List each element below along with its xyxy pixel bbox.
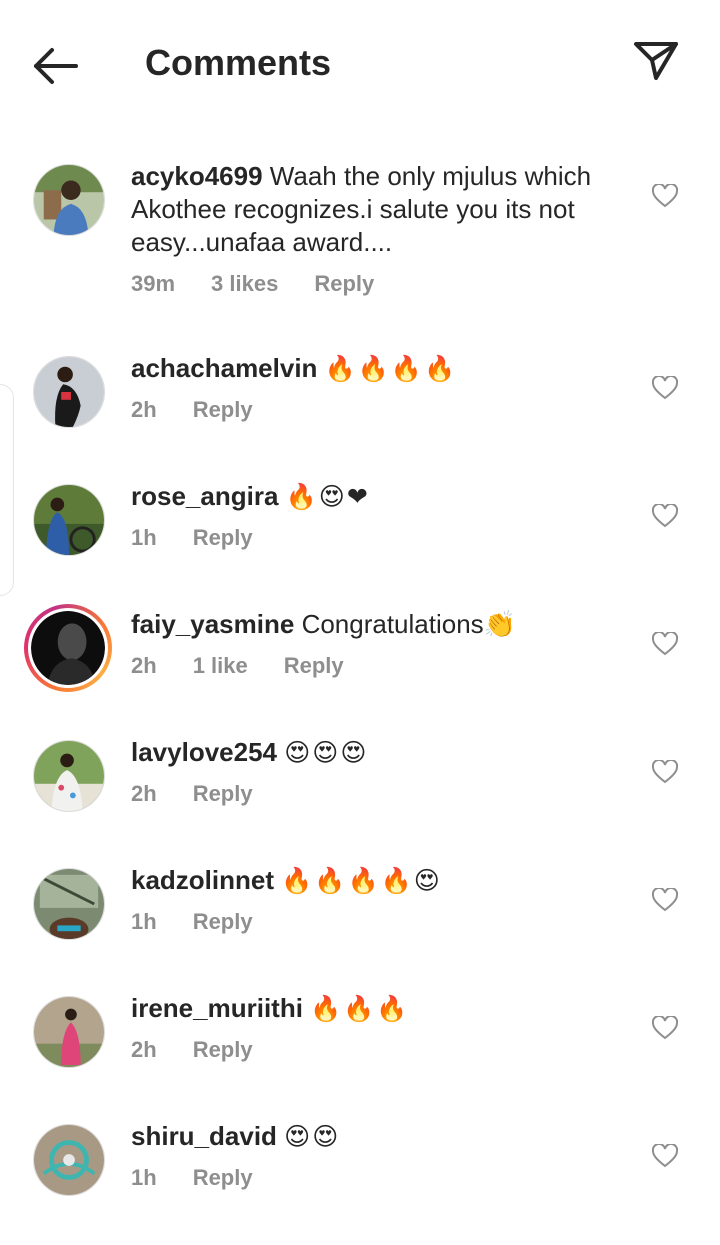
comment-likes[interactable]: 1 like	[193, 651, 248, 681]
comment-time: 2h	[131, 397, 157, 422]
reply-button[interactable]: Reply	[314, 269, 374, 299]
comment-username[interactable]: acyko4699	[131, 161, 263, 191]
comment-likes[interactable]: 3 likes	[211, 269, 278, 299]
comment-body: 🔥🔥🔥🔥	[324, 354, 458, 383]
comment-body: Congratulations👏	[301, 609, 517, 639]
avatar[interactable]	[33, 356, 105, 428]
reply-button[interactable]: Reply	[193, 907, 253, 937]
comment-username[interactable]: irene_muriithi	[131, 993, 303, 1023]
avatar[interactable]	[33, 740, 105, 812]
comment-text: shiru_david 😍😍	[131, 1120, 631, 1153]
heart-icon[interactable]	[652, 632, 678, 656]
avatar-with-story-ring[interactable]	[24, 604, 112, 692]
comment-meta: 2h 1 like Reply	[131, 651, 631, 681]
comment-body: 🔥😍❤	[285, 482, 370, 511]
reply-button[interactable]: Reply	[193, 523, 253, 553]
header-bar: Comments	[0, 0, 720, 125]
comment-username[interactable]: kadzolinnet	[131, 865, 274, 895]
reply-button[interactable]: Reply	[193, 779, 253, 809]
comment-text: achachamelvin 🔥🔥🔥🔥	[131, 352, 631, 385]
comment-meta: 1h Reply	[131, 907, 631, 937]
comment-text: kadzolinnet 🔥🔥🔥🔥😍	[131, 864, 631, 897]
heart-icon[interactable]	[652, 888, 678, 912]
reply-button[interactable]: Reply	[193, 1163, 253, 1193]
comment-meta: 2h Reply	[131, 395, 631, 425]
comment-meta: 1h Reply	[131, 1163, 631, 1193]
avatar[interactable]	[33, 1124, 105, 1196]
avatar[interactable]	[33, 164, 105, 236]
reply-button[interactable]: Reply	[284, 651, 344, 681]
comment-text: faiy_yasmine Congratulations👏	[131, 608, 631, 641]
heart-icon[interactable]	[652, 760, 678, 784]
comment-text: irene_muriithi 🔥🔥🔥	[131, 992, 631, 1025]
avatar[interactable]	[33, 868, 105, 940]
heart-icon[interactable]	[652, 376, 678, 400]
comment-username[interactable]: shiru_david	[131, 1121, 277, 1151]
heart-icon[interactable]	[652, 1144, 678, 1168]
avatar[interactable]	[33, 484, 105, 556]
comment-time: 1h	[131, 525, 157, 550]
comment-time: 2h	[131, 653, 157, 678]
comment-text: acyko4699 Waah the only mjulus which Ako…	[131, 160, 631, 259]
comment-time: 39m	[131, 271, 176, 296]
comment-username[interactable]: lavylove254	[131, 737, 277, 767]
avatar[interactable]	[33, 996, 105, 1068]
comment-body: 🔥🔥🔥🔥😍	[281, 866, 442, 895]
comment-time: 1h	[131, 909, 157, 934]
comment-meta: 2h Reply	[131, 779, 631, 809]
paper-plane-icon[interactable]	[630, 38, 682, 84]
comment-body: 🔥🔥🔥	[310, 994, 410, 1023]
comment-text: rose_angira 🔥😍❤	[131, 480, 631, 513]
comment-username[interactable]: faiy_yasmine	[131, 609, 294, 639]
comment-time: 1h	[131, 1165, 157, 1190]
side-panel-edge	[0, 384, 14, 596]
heart-icon[interactable]	[652, 1016, 678, 1040]
comment-meta: 1h Reply	[131, 523, 631, 553]
comment-time: 2h	[131, 781, 157, 806]
reply-button[interactable]: Reply	[193, 395, 253, 425]
heart-icon[interactable]	[652, 184, 678, 208]
comment-time: 2h	[131, 1037, 157, 1062]
arrow-left-icon[interactable]	[30, 44, 82, 88]
comment-body: 😍😍	[284, 1122, 341, 1151]
comment-username[interactable]: rose_angira	[131, 481, 278, 511]
comment-text: lavylove254 😍😍😍	[131, 736, 631, 769]
comment-meta: 39m 3 likes Reply	[131, 269, 631, 299]
reply-button[interactable]: Reply	[193, 1035, 253, 1065]
comment-username[interactable]: achachamelvin	[131, 353, 317, 383]
comment-body: 😍😍😍	[284, 738, 369, 767]
page-title: Comments	[145, 42, 332, 83]
heart-icon[interactable]	[652, 504, 678, 528]
comment-meta: 2h Reply	[131, 1035, 631, 1065]
